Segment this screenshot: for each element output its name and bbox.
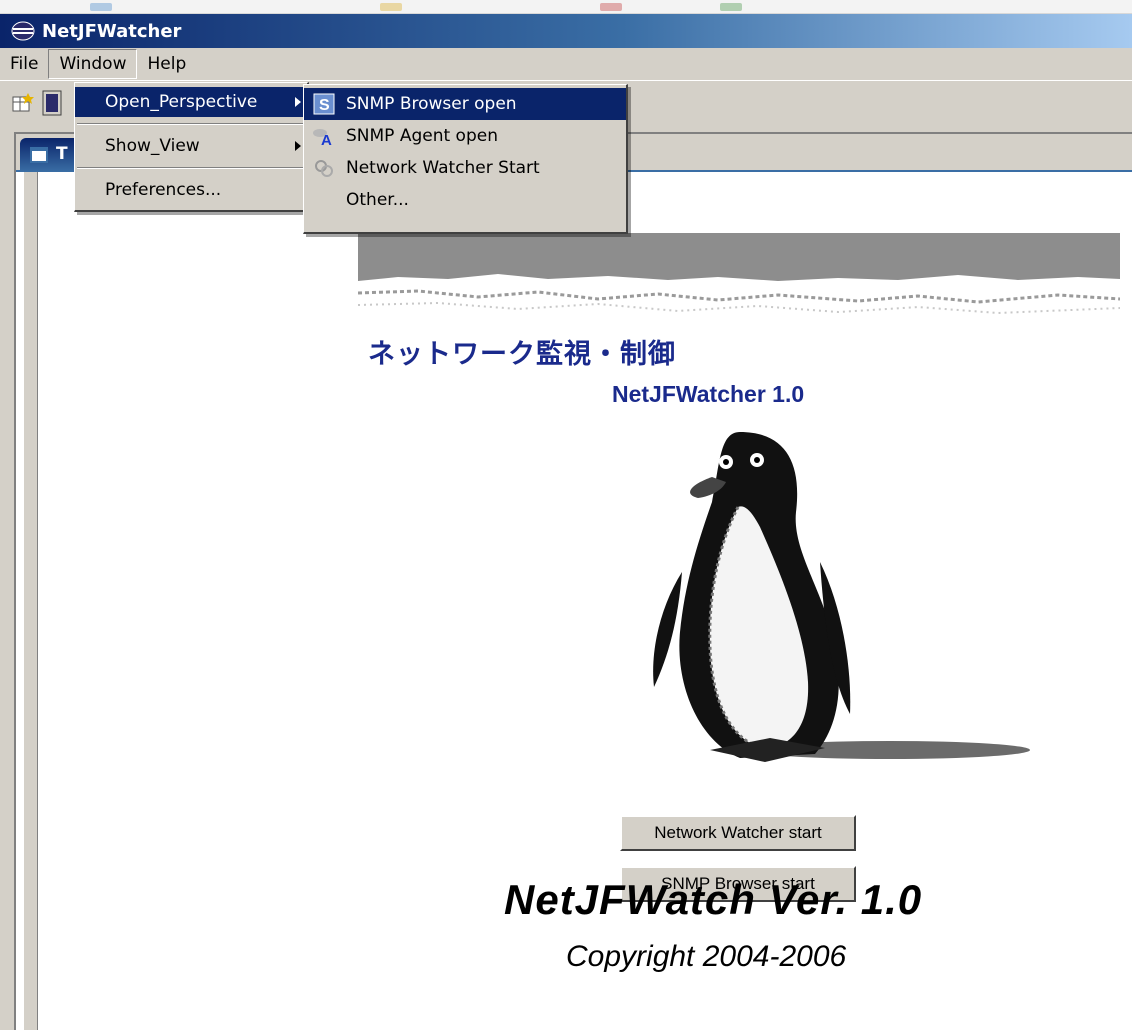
new-perspective-icon[interactable]: [10, 90, 36, 116]
menu-item-preferences[interactable]: Preferences...: [75, 175, 307, 205]
penguin-image: [653, 432, 1030, 762]
japanese-title: ネットワーク監視・制御: [368, 339, 676, 370]
snmp-browser-icon: S: [312, 92, 336, 116]
copyright-text: Copyright 2004-2006: [566, 940, 847, 973]
menu-item-open-perspective[interactable]: Open_Perspective: [75, 87, 307, 117]
window-menu-dropdown: Open_Perspective Show_View Preferences..…: [74, 82, 309, 212]
perspective-icon[interactable]: [42, 90, 62, 116]
submenu-item-network-watcher-start[interactable]: Network Watcher Start: [304, 152, 626, 184]
taskbar-blip: [380, 3, 402, 11]
submenu-item-label: SNMP Agent open: [346, 126, 498, 146]
menu-window[interactable]: Window: [48, 49, 138, 79]
snmp-agent-icon: A: [312, 124, 336, 148]
submenu-item-other[interactable]: Other...: [304, 184, 626, 216]
eclipse-icon: [11, 21, 35, 41]
menu-item-show-view[interactable]: Show_View: [75, 131, 307, 161]
menu-separator: [77, 167, 305, 169]
view-icon: [30, 147, 48, 163]
menu-help[interactable]: Help: [137, 49, 196, 79]
product-version-banner: NetJFWatch Ver. 1.0: [504, 876, 923, 923]
submenu-item-label: Other...: [346, 190, 409, 210]
top-strip: [0, 0, 1132, 14]
blank-icon: [312, 188, 336, 212]
window-title: NetJFWatcher: [42, 20, 182, 42]
view-left-border: [24, 172, 38, 1030]
submenu-item-snmp-agent-open[interactable]: A SNMP Agent open: [304, 120, 626, 152]
submenu-arrow-icon: [295, 141, 301, 151]
product-version-title: NetJFWatcher 1.0: [612, 381, 805, 407]
menu-bar: File Window Help: [0, 48, 1132, 80]
menu-item-label: Open_Perspective: [105, 92, 258, 112]
menu-item-label: Preferences...: [105, 180, 222, 200]
svg-text:A: A: [321, 132, 332, 147]
title-bar[interactable]: NetJFWatcher: [0, 14, 1132, 48]
svg-text:S: S: [319, 97, 330, 114]
taskbar-blip: [600, 3, 622, 11]
menu-separator: [77, 123, 305, 125]
taskbar-blip: [720, 3, 742, 11]
menu-file[interactable]: File: [0, 49, 48, 79]
submenu-item-label: Network Watcher Start: [346, 158, 540, 178]
taskbar-blip: [90, 3, 112, 11]
network-watcher-start-button[interactable]: Network Watcher start: [620, 815, 856, 851]
submenu-item-label: SNMP Browser open: [346, 94, 517, 114]
view-tab-label: T: [56, 144, 68, 164]
menu-item-label: Show_View: [105, 136, 200, 156]
banner-image: [358, 233, 1120, 323]
submenu-item-snmp-browser-open[interactable]: S SNMP Browser open: [304, 88, 626, 120]
submenu-arrow-icon: [295, 97, 301, 107]
perspective-submenu: S SNMP Browser open A SNMP Agent open Ne…: [303, 84, 628, 234]
network-watcher-icon: [312, 156, 336, 180]
